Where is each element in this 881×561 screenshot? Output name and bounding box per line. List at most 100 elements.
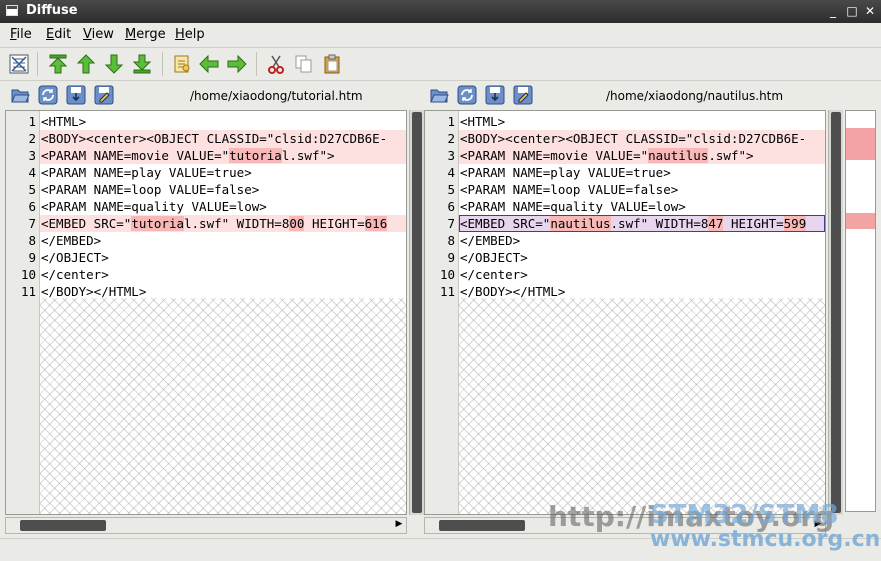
code-line[interactable]: </center> (459, 266, 825, 283)
line-number: 4 (28, 165, 36, 180)
code-text: <PARAM NAME=loop VALUE=false> (460, 182, 679, 197)
copy-right-button[interactable] (226, 53, 248, 75)
first-difference-button[interactable] (47, 53, 69, 75)
code-line[interactable]: <PARAM NAME=quality VALUE=low> (459, 198, 825, 215)
copy-button[interactable] (293, 53, 315, 75)
left-open-button[interactable] (10, 85, 30, 105)
realign-button[interactable] (8, 53, 30, 75)
right-save-button[interactable] (485, 85, 505, 105)
left-save-as-button[interactable] (94, 85, 114, 105)
changed-text: 616 (364, 216, 388, 231)
left-horizontal-scrollbar[interactable]: ▶ (5, 517, 407, 534)
code-line[interactable]: <HTML> (40, 113, 406, 130)
right-empty-area (459, 298, 825, 514)
maximize-button[interactable]: □ (844, 3, 860, 19)
watermark-brand: STM32/STM8 (650, 500, 839, 530)
right-vertical-scroll-thumb[interactable] (831, 112, 841, 513)
code-line[interactable]: <PARAM NAME=loop VALUE=false> (459, 181, 825, 198)
code-line[interactable]: </EMBED> (40, 232, 406, 249)
minimize-button[interactable]: _ (825, 3, 841, 19)
code-text: .swf"> (708, 148, 754, 163)
reload-icon (457, 85, 477, 105)
code-text: </EMBED> (460, 233, 521, 248)
scroll-right-arrow-icon[interactable]: ▶ (393, 519, 405, 529)
left-vertical-scroll-thumb[interactable] (412, 112, 422, 513)
left-reload-button[interactable] (38, 85, 58, 105)
line-number: 5 (28, 182, 36, 197)
line-number: 9 (447, 250, 455, 265)
code-text: </EMBED> (41, 233, 102, 248)
left-horizontal-scroll-thumb[interactable] (20, 520, 106, 531)
code-line[interactable]: <HTML> (459, 113, 825, 130)
changed-text: tutoria (229, 148, 282, 163)
code-line[interactable]: <PARAM NAME=quality VALUE=low> (40, 198, 406, 215)
code-line[interactable]: <PARAM NAME=loop VALUE=false> (40, 181, 406, 198)
code-line[interactable]: <PARAM NAME=movie VALUE="nautilus.swf"> (459, 147, 825, 164)
left-save-button[interactable] (66, 85, 86, 105)
cut-button[interactable] (265, 53, 287, 75)
line-number: 8 (447, 233, 455, 248)
merge-button[interactable] (171, 53, 193, 75)
code-text: l.swf"> (281, 148, 335, 163)
code-line[interactable]: <PARAM NAME=movie VALUE="tutorial.swf"> (40, 147, 406, 164)
code-line[interactable]: </center> (40, 266, 406, 283)
code-line[interactable]: </BODY></HTML> (459, 283, 825, 300)
code-line[interactable]: <EMBED SRC="nautilus.swf" WIDTH=847 HEIG… (459, 215, 825, 232)
code-line[interactable]: </EMBED> (459, 232, 825, 249)
line-number: 1 (447, 114, 455, 129)
code-text: <HTML> (41, 114, 87, 129)
right-open-button[interactable] (429, 85, 449, 105)
code-line[interactable]: <PARAM NAME=play VALUE=true> (40, 164, 406, 181)
left-code-area[interactable]: <HTML> <BODY><center><OBJECT CLASSID="cls… (40, 111, 406, 514)
code-text: </BODY></HTML> (41, 284, 147, 299)
line-number: 1 (28, 114, 36, 129)
line-number: 6 (447, 199, 455, 214)
overview-diff-marker[interactable] (846, 213, 875, 229)
line-number: 9 (28, 250, 36, 265)
toolbar-separator (256, 52, 257, 76)
left-vertical-scrollbar[interactable] (409, 110, 424, 515)
code-text: HEIGHT= (304, 216, 365, 231)
difference-overview[interactable] (845, 110, 876, 512)
last-difference-button[interactable] (131, 53, 153, 75)
folder-open-icon (11, 89, 30, 103)
menu-bar: File Edit View Merge Help (0, 23, 881, 48)
menu-view[interactable]: View (83, 27, 114, 42)
line-number: 7 (447, 216, 455, 231)
right-horizontal-scroll-thumb[interactable] (439, 520, 525, 531)
code-line[interactable]: </OBJECT> (459, 249, 825, 266)
copy-left-button[interactable] (198, 53, 220, 75)
code-text: </BODY></HTML> (460, 284, 566, 299)
line-number: 7 (28, 216, 36, 231)
code-line[interactable]: </OBJECT> (40, 249, 406, 266)
next-difference-button[interactable] (103, 53, 125, 75)
code-line[interactable]: <PARAM NAME=play VALUE=true> (459, 164, 825, 181)
right-text-pane[interactable]: 1 2 3 4 5 6 7 8 9 10 11 <HTML> <BODY><center><OBJEC… (424, 110, 826, 515)
code-line[interactable]: </BODY></HTML> (40, 283, 406, 300)
reload-icon (38, 85, 58, 105)
menu-help[interactable]: Help (175, 27, 205, 42)
close-button[interactable]: ✕ (862, 3, 878, 19)
right-reload-button[interactable] (457, 85, 477, 105)
code-text: <BODY><center><OBJECT CLASSID="clsid:D27… (460, 131, 807, 146)
code-line[interactable]: <BODY><center><OBJECT CLASSID="clsid:D27… (459, 130, 825, 147)
menu-file[interactable]: File (10, 27, 32, 42)
right-code-area[interactable]: <HTML> <BODY><center><OBJECT CLASSID="cls… (459, 111, 825, 514)
code-text: <EMBED SRC=" (41, 216, 132, 231)
title-bar: Diffuse _ □ ✕ (0, 0, 881, 23)
code-text: </center> (41, 267, 109, 282)
left-pane-header: /home/xiaodong/tutorial.htm (10, 85, 410, 109)
left-text-pane[interactable]: 1 2 3 4 5 6 7 8 9 10 11 <HTML> <BODY><center><OBJEC… (5, 110, 407, 515)
right-vertical-scrollbar[interactable] (828, 110, 843, 515)
left-empty-area (40, 298, 406, 514)
code-text: <HTML> (460, 114, 506, 129)
menu-merge[interactable]: Merge (125, 27, 166, 42)
code-text: <PARAM NAME=quality VALUE=low> (460, 199, 686, 214)
previous-difference-button[interactable] (75, 53, 97, 75)
overview-diff-marker[interactable] (846, 128, 875, 160)
right-save-as-button[interactable] (513, 85, 533, 105)
menu-edit[interactable]: Edit (46, 27, 71, 42)
code-line[interactable]: <BODY><center><OBJECT CLASSID="clsid:D27… (40, 130, 406, 147)
code-line[interactable]: <EMBED SRC="tutorial.swf" WIDTH=800 HEIG… (40, 215, 406, 232)
paste-button[interactable] (321, 53, 343, 75)
